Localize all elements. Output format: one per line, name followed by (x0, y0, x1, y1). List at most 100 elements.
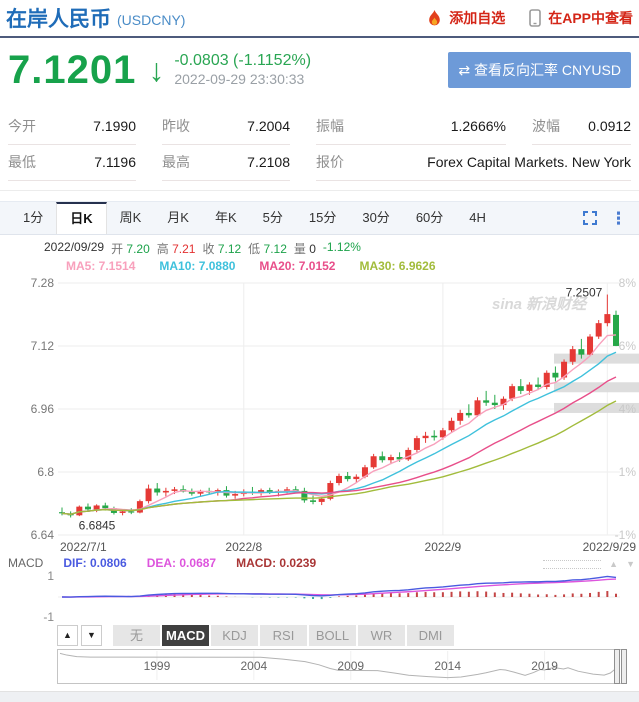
header-actions: 添加自选 在APP中查看 (427, 8, 633, 28)
stat-value: 0.0912 (588, 118, 631, 134)
indicator-tab-BOLL[interactable]: BOLL (309, 625, 356, 646)
period-tab-30分[interactable]: 30分 (349, 202, 402, 234)
macd-down-icon[interactable]: ▼ (626, 560, 635, 569)
indicator-tab-无[interactable]: 无 (113, 625, 160, 646)
scroll-down-button[interactable]: ▼ (81, 625, 102, 646)
price-change: -0.0803 (-1.1152%) (174, 52, 311, 70)
period-tab-年K[interactable]: 年K (202, 202, 250, 234)
indicator-tab-WR[interactable]: WR (358, 625, 405, 646)
period-tab-月K[interactable]: 月K (154, 202, 202, 234)
indicator-tab-RSI[interactable]: RSI (260, 625, 307, 646)
view-in-app-link[interactable]: 在APP中查看 (548, 8, 633, 28)
current-price: 7.1201 (8, 48, 136, 93)
add-watchlist-link[interactable]: 添加自选 (449, 8, 505, 28)
ma-legend-MA30: MA30: 6.9626 (359, 259, 435, 273)
page: 在岸人民币 (USDCNY) 添加自选 在APP中查看 7.1201 ↓ -0.… (0, 0, 639, 702)
fullscreen-icon[interactable] (583, 211, 597, 225)
change-block: -0.0803 (-1.1152%) 2022-09-29 23:30:33 (174, 52, 311, 88)
ohlc-item: 低 7.12 (248, 240, 287, 257)
macd-chart[interactable]: 1 -1 (0, 570, 639, 622)
stat-label: 今开 (8, 116, 36, 136)
indicator-tab-DMI[interactable]: DMI (407, 625, 454, 646)
svg-text:8%: 8% (619, 276, 637, 290)
toolbar-icons: ⋮ (583, 202, 639, 234)
ohlc-item: 量 0 (294, 240, 316, 257)
svg-text:2022/9/29: 2022/9/29 (583, 540, 637, 554)
ohlc-pct: -1.12% (323, 240, 361, 257)
period-tab-60分[interactable]: 60分 (403, 202, 456, 234)
down-arrow-icon: ↓ (148, 52, 164, 89)
flame-icon (427, 10, 442, 27)
macd-controls: ▲ ▼ (543, 560, 635, 569)
svg-text:2022/9: 2022/9 (425, 540, 462, 554)
ohlc-item-value: 7.12 (218, 242, 241, 256)
period-tab-5分[interactable]: 5分 (250, 202, 296, 234)
svg-text:6.64: 6.64 (31, 528, 55, 542)
period-tab-周K[interactable]: 周K (107, 202, 155, 234)
indicator-bar: ▲ ▼ 无MACDKDJRSIBOLLWRDMI (57, 625, 639, 646)
ohlc-item-label: 收 (202, 242, 217, 256)
reverse-rate-button[interactable]: ⇄ 查看反向汇率 CNYUSD (448, 52, 631, 88)
indicator-tab-MACD[interactable]: MACD (162, 625, 209, 646)
ohlc-item: 高 7.21 (157, 240, 196, 257)
ohlc-item-value: 0 (309, 242, 316, 256)
scroll-up-button[interactable]: ▲ (57, 625, 78, 646)
stat-label: 振幅 (316, 116, 344, 136)
stat-label: 报价 (316, 152, 344, 172)
period-tab-15分[interactable]: 15分 (296, 202, 349, 234)
svg-text:2022/7/1: 2022/7/1 (60, 540, 107, 554)
macd-header: MACDDIF: 0.0806DEA: 0.0687MACD: 0.0239 ▲… (0, 557, 639, 570)
navigator-handle[interactable] (614, 649, 627, 682)
svg-text:1: 1 (47, 570, 54, 583)
svg-text:7.2507: 7.2507 (566, 286, 603, 300)
range-navigator[interactable]: 19992004200920142019 (57, 649, 624, 684)
stat-cell: 最高7.2108 (162, 145, 290, 181)
stat-value: 7.2004 (247, 118, 290, 134)
period-tabs: 1分日K周K月K年K5分15分30分60分4H (10, 202, 499, 234)
macd-up-icon[interactable]: ▲ (609, 560, 618, 569)
ohlc-info: 2022/09/29 开 7.20 高 7.21 收 7.12 低 7.12 量 0 -1.… (0, 235, 639, 257)
period-tab-日K[interactable]: 日K (56, 202, 106, 234)
svg-text:7.12: 7.12 (31, 339, 55, 353)
svg-text:7.28: 7.28 (31, 276, 55, 290)
main-chart[interactable]: sina 新浪财经7.287.126.966.86.648%6%4%1%-1%6… (0, 273, 639, 557)
svg-text:4%: 4% (619, 402, 637, 416)
indicator-tab-KDJ[interactable]: KDJ (211, 625, 258, 646)
quote-timestamp: 2022-09-29 23:30:33 (174, 70, 311, 88)
ohlc-date: 2022/09/29 (44, 240, 104, 257)
stat-cell: 昨收7.2004 (162, 109, 290, 145)
ma-legend: MA5: 7.1514MA10: 7.0880MA20: 7.0152MA30:… (0, 257, 639, 273)
reverse-rate-label: 查看反向汇率 CNYUSD (474, 62, 621, 78)
phone-icon (529, 9, 541, 27)
stats-table: 今开 7.1990 昨收7.2004 振幅 1.2666% 波幅 0.0912 最低 7.119… (0, 99, 639, 181)
period-tab-4H[interactable]: 4H (456, 202, 499, 234)
stat-value: 7.1990 (93, 118, 136, 134)
chart-toolbar: 1分日K周K月K年K5分15分30分60分4H ⋮ (0, 201, 639, 235)
period-tab-1分[interactable]: 1分 (10, 202, 56, 234)
stat-value: 7.2108 (247, 154, 290, 170)
more-menu-icon[interactable]: ⋮ (610, 210, 627, 227)
stat-value: 7.1196 (94, 154, 136, 170)
ohlc-item-value: 7.20 (126, 242, 149, 256)
stat-label: 波幅 (532, 116, 560, 136)
stat-cell: 波幅 0.0912 (532, 109, 631, 145)
ohlc-item-value: 7.21 (172, 242, 195, 256)
ohlc-item: 开 7.20 (111, 240, 150, 257)
stat-value: Forex Capital Markets. New York (427, 154, 631, 170)
svg-text:6.6845: 6.6845 (79, 518, 116, 532)
svg-text:-1: -1 (43, 610, 54, 622)
stat-value: 1.2666% (451, 118, 506, 134)
stat-label: 最低 (8, 152, 36, 172)
ohlc-item: 收 7.12 (202, 240, 241, 257)
macd-header-item: MACD: 0.0239 (236, 557, 316, 570)
macd-range-box[interactable] (543, 560, 601, 569)
page-bottom-strip (0, 691, 639, 702)
divider (0, 190, 639, 191)
ma-legend-MA20: MA20: 7.0152 (259, 259, 335, 273)
svg-text:6%: 6% (619, 339, 637, 353)
ma-legend-MA5: MA5: 7.1514 (66, 259, 135, 273)
ohlc-item-label: 量 (294, 242, 309, 256)
svg-text:1%: 1% (619, 465, 637, 479)
macd-header-item: DEA: 0.0687 (147, 557, 216, 570)
macd-header-item: MACD (8, 557, 43, 570)
